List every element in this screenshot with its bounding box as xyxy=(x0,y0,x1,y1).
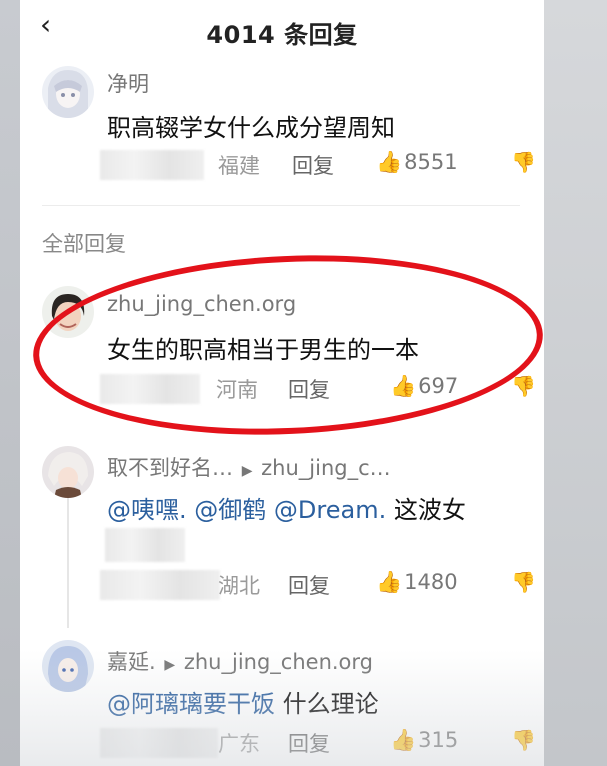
reply-button[interactable]: 回复 xyxy=(292,150,334,180)
like-count: 1480 xyxy=(404,570,458,594)
thumbs-up-icon: 👍 xyxy=(376,570,403,594)
thumbs-down-icon[interactable]: 👎 xyxy=(511,150,536,174)
thumbs-down-icon[interactable]: 👎 xyxy=(511,374,536,398)
thread-line xyxy=(67,498,69,628)
username[interactable]: 取不到好名… xyxy=(107,456,233,480)
like-button[interactable]: 👍315 xyxy=(390,728,458,753)
like-button[interactable]: 👍1480 xyxy=(376,570,458,595)
mention[interactable]: @阿璃璃要干饭 xyxy=(107,690,275,718)
caret-right-icon: ▶ xyxy=(241,463,253,479)
reply-header: 取不到好名… ▶ zhu_jing_c… xyxy=(107,452,391,482)
mention[interactable]: @御鹤 xyxy=(194,496,266,524)
blurred-timestamp xyxy=(100,728,218,758)
comment-text: @阿璃璃要干饭 什么理论 xyxy=(107,684,379,719)
comment-text: 职高辍学女什么成分望周知 xyxy=(107,114,395,142)
section-label: 全部回复 xyxy=(42,232,126,256)
caret-right-icon: ▶ xyxy=(164,657,176,673)
blurred-timestamp xyxy=(100,150,204,180)
reply-to-username[interactable]: zhu_jing_c… xyxy=(261,456,391,480)
like-count: 315 xyxy=(418,728,459,752)
thumbs-up-icon: 👍 xyxy=(390,728,417,752)
avatar[interactable] xyxy=(42,66,94,118)
comment-text: @咦嘿. @御鹤 @Dream. 这波女 xyxy=(107,490,466,525)
location: 福建 xyxy=(218,154,260,178)
username[interactable]: 净明 xyxy=(107,68,149,98)
comment-text-tail: 这波女 xyxy=(393,496,466,524)
like-button[interactable]: 👍8551 xyxy=(376,150,458,175)
mention[interactable]: @Dream. xyxy=(274,496,386,524)
comment-meta: 福建 回复 👍8551 👎 xyxy=(100,146,540,182)
reply-header: 嘉延. ▶ zhu_jing_chen.org xyxy=(107,646,373,676)
reply-item: 嘉延. ▶ zhu_jing_chen.org @阿璃璃要干饭 什么理论 广东 … xyxy=(20,634,544,766)
thumbs-down-icon[interactable]: 👎 xyxy=(511,728,536,752)
thumbs-down-icon[interactable]: 👎 xyxy=(511,570,536,594)
avatar[interactable] xyxy=(42,640,94,692)
thumbs-up-icon: 👍 xyxy=(376,150,403,174)
comment-meta: 广东 回复 👍315 👎 xyxy=(100,724,540,760)
comment-text-tail: 什么理论 xyxy=(282,690,379,718)
blurred-content xyxy=(105,528,185,562)
page-title: 4014 条回复 xyxy=(206,21,358,49)
like-count: 8551 xyxy=(404,150,458,174)
mention[interactable]: @咦嘿. xyxy=(107,496,187,524)
avatar[interactable] xyxy=(42,446,94,498)
header: ‹ 4014 条回复 xyxy=(20,0,544,60)
reply-item: 取不到好名… ▶ zhu_jing_c… @咦嘿. @御鹤 @Dream. 这波… xyxy=(20,440,544,610)
divider xyxy=(42,205,520,206)
reply-to-username[interactable]: zhu_jing_chen.org xyxy=(184,650,373,674)
reply-button[interactable]: 回复 xyxy=(288,570,330,600)
background-right xyxy=(544,0,607,766)
location: 湖北 xyxy=(218,574,260,598)
reply-button[interactable]: 回复 xyxy=(288,728,330,758)
blurred-timestamp xyxy=(100,570,220,600)
location: 广东 xyxy=(218,732,260,756)
replies-panel: ‹ 4014 条回复 净明 职高辍学女什么成分望周知 福建 回复 👍8551 👎 xyxy=(20,0,544,766)
comment-meta: 湖北 回复 👍1480 👎 xyxy=(100,566,540,602)
top-comment: 净明 职高辍学女什么成分望周知 福建 回复 👍8551 👎 xyxy=(20,60,544,190)
highlight-circle xyxy=(29,244,544,446)
background-left xyxy=(0,0,20,766)
username[interactable]: 嘉延. xyxy=(107,650,156,674)
